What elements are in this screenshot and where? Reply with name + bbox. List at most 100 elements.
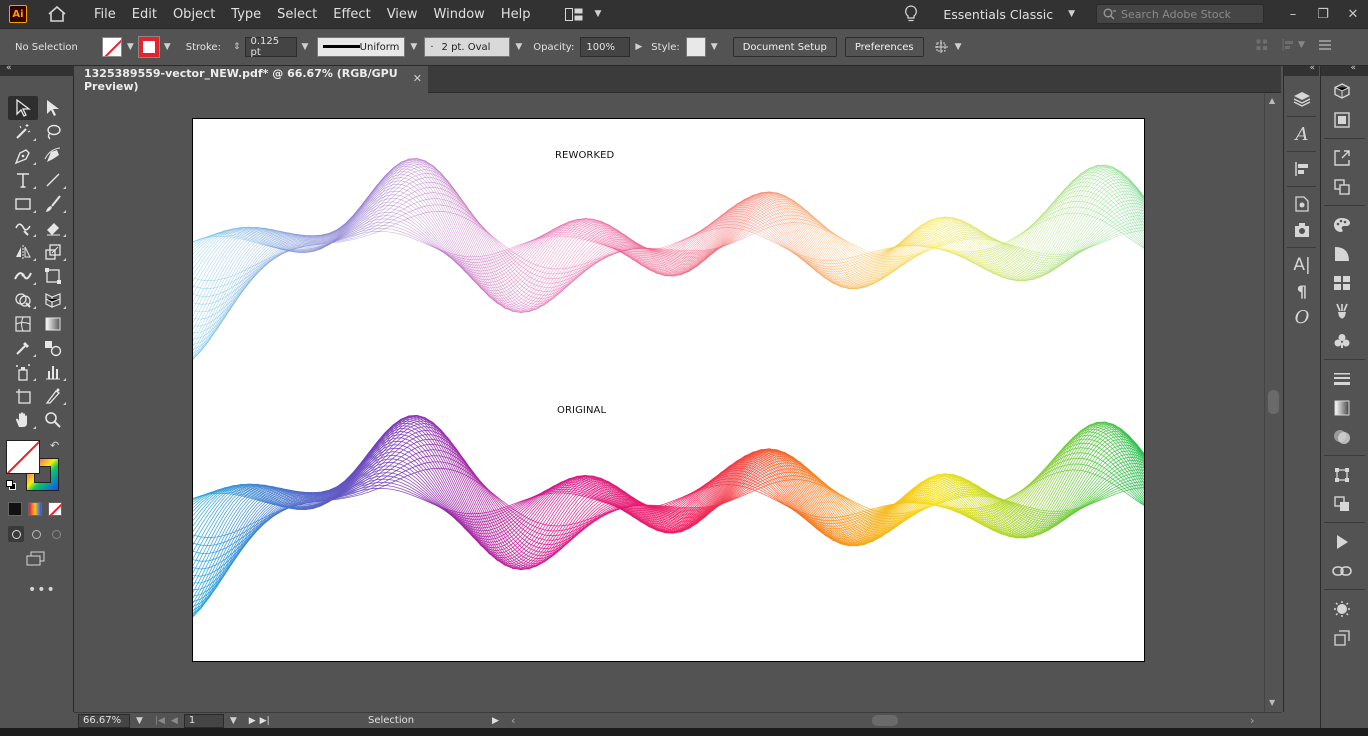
fill-swatch[interactable]	[101, 37, 122, 57]
draw-behind-icon[interactable]	[28, 526, 44, 542]
opentype-icon[interactable]: O	[1284, 304, 1320, 330]
previous-artboard-icon[interactable]: ◀	[171, 716, 178, 726]
screen-mode-icon[interactable]	[26, 551, 46, 567]
character-icon[interactable]: A|	[1284, 252, 1320, 278]
vertical-scroll-thumb[interactable]	[1268, 390, 1279, 414]
export-icon[interactable]	[1284, 217, 1320, 243]
gradient-button[interactable]	[28, 502, 42, 516]
reworked-wave[interactable]	[193, 157, 1145, 360]
stroke-weight-field[interactable]: 0.125 pt	[244, 36, 297, 58]
scale-tool-icon[interactable]	[38, 240, 68, 264]
arrange-documents-button[interactable]: ▼	[565, 7, 606, 21]
stroke-control[interactable]: ▼	[137, 36, 176, 58]
swatches-icon[interactable]	[1321, 268, 1363, 297]
menu-window[interactable]: Window	[426, 7, 493, 22]
symbol-sprayer-icon[interactable]	[8, 360, 38, 384]
expand-panels-icon[interactable]: «	[1350, 63, 1356, 73]
default-colors-icon[interactable]	[6, 480, 16, 490]
glyphs-icon[interactable]: A	[1284, 121, 1320, 147]
status-menu-icon[interactable]: ▶	[492, 716, 499, 726]
shaper-tool-icon[interactable]	[8, 216, 38, 240]
document-setup-button[interactable]: Document Setup	[732, 37, 837, 57]
scroll-right-icon[interactable]: ›	[1250, 714, 1254, 727]
gradient-panel-icon[interactable]	[1321, 393, 1363, 422]
artboard-tool-icon[interactable]	[8, 384, 38, 408]
menu-file[interactable]: File	[86, 7, 124, 22]
artboard-number-field[interactable]: 1	[183, 713, 224, 728]
color-button[interactable]	[8, 502, 22, 516]
wave-artwork[interactable]	[193, 119, 1145, 662]
hand-tool-icon[interactable]	[8, 408, 38, 432]
lightbulb-icon[interactable]	[901, 4, 921, 24]
label-original[interactable]: ORIGINAL	[557, 405, 606, 416]
menu-select[interactable]: Select	[269, 7, 325, 22]
chevron-right-icon[interactable]: ▶	[635, 42, 642, 52]
close-window-button[interactable]: ✕	[1338, 4, 1368, 24]
stroke-swatch[interactable]	[137, 36, 160, 58]
collapse-toolbar-icon[interactable]: «	[6, 63, 12, 73]
curvature-tool-icon[interactable]	[38, 144, 68, 168]
layers-icon[interactable]	[1284, 86, 1320, 112]
brushes-icon[interactable]	[1321, 297, 1363, 326]
style-swatch[interactable]	[685, 37, 706, 57]
document-tab[interactable]: 1325389559-vector_NEW.pdf* @ 66.67% (RGB…	[74, 66, 428, 93]
paragraph-icon[interactable]: ¶	[1284, 278, 1320, 304]
artboards-panel-icon[interactable]	[1321, 623, 1363, 652]
magic-wand-icon[interactable]	[8, 120, 38, 144]
zoom-field[interactable]: 66.67%	[78, 713, 130, 728]
brush-definition[interactable]: · 2 pt. Oval ▼	[424, 37, 527, 57]
line-tool-icon[interactable]	[38, 168, 68, 192]
rectangle-tool-icon[interactable]	[8, 192, 38, 216]
opacity-control[interactable]: 100% ▶	[580, 37, 647, 57]
stepper-icon[interactable]: ⇕	[233, 42, 241, 52]
opacity-field[interactable]: 100%	[580, 37, 631, 57]
column-graph-icon[interactable]	[38, 360, 68, 384]
artboard[interactable]: REWORKED ORIGINAL	[192, 118, 1145, 662]
next-artboard-icon[interactable]: ▶	[249, 716, 256, 726]
appearance-icon[interactable]	[1321, 594, 1363, 623]
eyedropper-icon[interactable]	[8, 336, 38, 360]
actions-icon[interactable]	[1321, 527, 1363, 556]
horizontal-scroll-thumb[interactable]	[872, 715, 898, 726]
variable-width-profile[interactable]: Uniform ▼	[317, 37, 422, 57]
home-icon[interactable]	[46, 4, 68, 24]
menu-view[interactable]: View	[379, 7, 426, 22]
restore-button[interactable]: ❐	[1308, 4, 1338, 24]
align-panel-icon[interactable]	[1284, 156, 1320, 182]
rotate-tool-icon[interactable]	[8, 240, 38, 264]
scroll-down-icon[interactable]: ▼	[1269, 698, 1275, 707]
graphic-style-control[interactable]: ▼	[685, 37, 723, 57]
asset-export-icon[interactable]	[1321, 143, 1363, 172]
free-transform-icon[interactable]	[38, 264, 68, 288]
workspace-switcher[interactable]: Essentials Classic ▼	[943, 7, 1080, 22]
type-tool-icon[interactable]	[8, 168, 38, 192]
libraries-icon[interactable]	[1321, 76, 1363, 105]
menu-effect[interactable]: Effect	[325, 7, 378, 22]
brush-dropdown[interactable]: · 2 pt. Oval	[424, 37, 511, 57]
perspective-grid-icon[interactable]	[38, 288, 68, 312]
none-button[interactable]	[48, 502, 62, 516]
selection-tool-icon[interactable]	[8, 96, 38, 120]
vertical-scrollbar[interactable]: ▲ ▼	[1264, 94, 1281, 712]
width-tool-icon[interactable]	[8, 264, 38, 288]
transparency-icon[interactable]	[1321, 422, 1363, 451]
fill-color-swatch[interactable]	[6, 440, 40, 474]
transform-panel-icon[interactable]	[1321, 460, 1363, 489]
search-stock-field[interactable]: Search Adobe Stock	[1096, 4, 1264, 24]
minimize-button[interactable]: –	[1278, 4, 1308, 24]
stroke-panel-icon[interactable]	[1321, 364, 1363, 393]
color-guide-icon[interactable]	[1321, 239, 1363, 268]
chevron-down-icon[interactable]: ▼	[302, 42, 309, 52]
menu-type[interactable]: Type	[223, 7, 269, 22]
scroll-left-icon[interactable]: ‹	[511, 714, 515, 727]
edit-toolbar-icon[interactable]: •••	[28, 582, 56, 598]
scroll-up-icon[interactable]: ▲	[1269, 96, 1275, 105]
menu-object[interactable]: Object	[165, 7, 223, 22]
menu-edit[interactable]: Edit	[124, 7, 165, 22]
gradient-tool-icon[interactable]	[38, 312, 68, 336]
chevron-down-icon[interactable]: ▼	[136, 716, 143, 726]
close-icon[interactable]: ✕	[413, 72, 422, 85]
color-panel-icon[interactable]	[1321, 210, 1363, 239]
draw-normal-icon[interactable]	[8, 526, 24, 542]
transform-icon[interactable]	[1256, 39, 1268, 51]
